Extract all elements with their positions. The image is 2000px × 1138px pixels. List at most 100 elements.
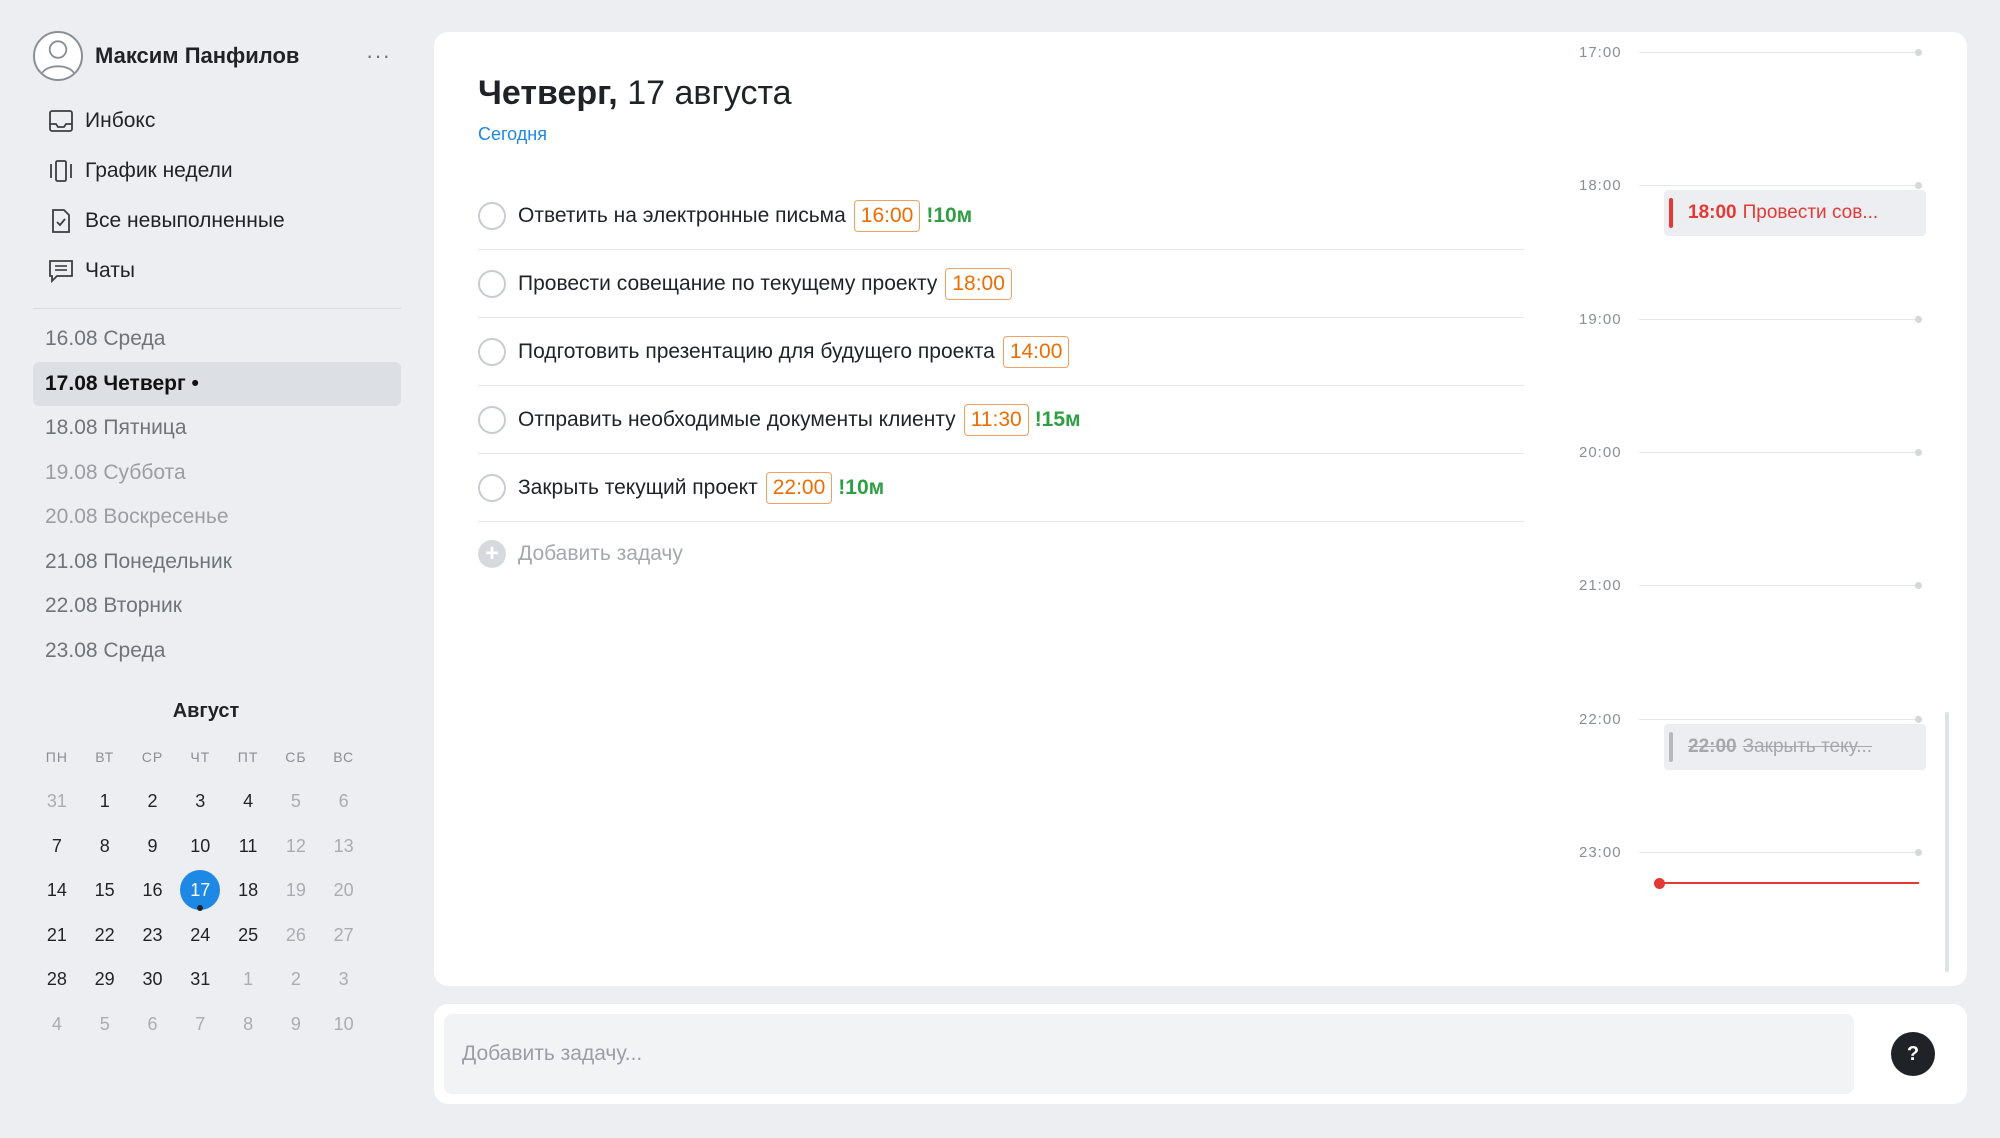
day-item[interactable]: 19.08 Суббота: [33, 451, 401, 496]
calendar-day-number: 4: [52, 1014, 62, 1034]
calendar-day[interactable]: 24: [176, 913, 224, 958]
calendar-day[interactable]: 22: [81, 913, 129, 958]
nav-item-label: Чаты: [85, 259, 135, 283]
task-checkbox[interactable]: [478, 474, 506, 502]
calendar-day[interactable]: 6: [320, 779, 368, 824]
timeline-event[interactable]: 18:00Провести сов...: [1664, 190, 1926, 236]
add-task-input[interactable]: [444, 1014, 1854, 1094]
calendar-day[interactable]: 7: [176, 1002, 224, 1047]
day-item[interactable]: 16.08 Среда: [33, 317, 401, 362]
calendar-day[interactable]: 4: [33, 1002, 81, 1047]
task-row[interactable]: Подготовить презентацию для будущего про…: [478, 318, 1524, 386]
calendar-day[interactable]: 9: [129, 824, 177, 869]
profile-header: Максим Панфилов ···: [33, 28, 401, 84]
calendar-day-number: 31: [190, 969, 210, 989]
nav-item-inbox[interactable]: Инбокс: [33, 96, 401, 146]
quick-add-bar: ?: [434, 1004, 1967, 1104]
day-item[interactable]: 23.08 Среда: [33, 629, 401, 674]
hour-label: 17:00: [1579, 44, 1639, 61]
calendar-day-number: 6: [339, 791, 349, 811]
help-button[interactable]: ?: [1891, 1032, 1935, 1076]
calendar-weekday-header: ВС: [320, 735, 368, 779]
calendar-day[interactable]: 1: [224, 957, 272, 1002]
nav-item-chats[interactable]: Чаты: [33, 246, 401, 296]
avatar[interactable]: [33, 31, 83, 81]
calendar-day[interactable]: 14: [33, 868, 81, 913]
calendar-day[interactable]: 8: [224, 1002, 272, 1047]
event-color-bar: [1669, 198, 1673, 228]
calendar-day[interactable]: 12: [272, 824, 320, 869]
calendar-day[interactable]: 2: [129, 779, 177, 824]
calendar-day-number: 7: [52, 836, 62, 856]
calendar-day-number: 1: [243, 969, 253, 989]
task-row[interactable]: Ответить на электронные письма 16:00 !10…: [478, 182, 1524, 250]
task-time-badge: 11:30: [964, 404, 1029, 436]
more-options-button[interactable]: ···: [366, 43, 391, 69]
add-task-button[interactable]: + Добавить задачу: [478, 522, 1524, 586]
calendar-day-number: 3: [339, 969, 349, 989]
calendar-day[interactable]: 26: [272, 913, 320, 958]
calendar-day[interactable]: 27: [320, 913, 368, 958]
calendar-day[interactable]: 16: [129, 868, 177, 913]
calendar-day[interactable]: 2: [272, 957, 320, 1002]
today-link[interactable]: Сегодня: [478, 124, 547, 145]
calendar-day[interactable]: 25: [224, 913, 272, 958]
calendar-day[interactable]: 28: [33, 957, 81, 1002]
calendar-day[interactable]: 4: [224, 779, 272, 824]
nav-item-all-incomplete[interactable]: Все невыполненные: [33, 196, 401, 246]
calendar-day-number: 14: [47, 880, 67, 900]
task-time-badge: 22:00: [766, 472, 833, 504]
calendar-day[interactable]: 29: [81, 957, 129, 1002]
calendar-day[interactable]: 3: [320, 957, 368, 1002]
timeline-event[interactable]: 22:00Закрыть теку...: [1664, 724, 1926, 770]
task-row[interactable]: Закрыть текущий проект 22:00 !10м: [478, 454, 1524, 522]
calendar-day-number: 24: [190, 925, 210, 945]
task-checkbox[interactable]: [478, 202, 506, 230]
timeline-scrollbar[interactable]: [1945, 712, 1949, 972]
calendar-day[interactable]: 6: [129, 1002, 177, 1047]
calendar-day[interactable]: 18: [224, 868, 272, 913]
calendar-day-today[interactable]: 17: [176, 868, 224, 913]
calendar-day[interactable]: 10: [176, 824, 224, 869]
calendar-day[interactable]: 31: [176, 957, 224, 1002]
calendar-day[interactable]: 8: [81, 824, 129, 869]
hour-line: [1639, 452, 1919, 453]
task-row[interactable]: Провести совещание по текущему проекту 1…: [478, 250, 1524, 318]
task-time-badge: 16:00: [854, 200, 921, 232]
task-checkbox[interactable]: [478, 406, 506, 434]
calendar-day-number: 26: [286, 925, 306, 945]
calendar-day-number: 5: [100, 1014, 110, 1034]
calendar-day[interactable]: 3: [176, 779, 224, 824]
calendar-day[interactable]: 19: [272, 868, 320, 913]
task-checkbox[interactable]: [478, 270, 506, 298]
calendar-day[interactable]: 9: [272, 1002, 320, 1047]
day-item-selected[interactable]: 17.08 Четверг •: [33, 362, 401, 407]
calendar-day[interactable]: 7: [33, 824, 81, 869]
nav-item-week-schedule[interactable]: График недели: [33, 146, 401, 196]
task-row[interactable]: Отправить необходимые документы клиенту …: [478, 386, 1524, 454]
calendar-day[interactable]: 11: [224, 824, 272, 869]
calendar-day[interactable]: 20: [320, 868, 368, 913]
calendar-day[interactable]: 23: [129, 913, 177, 958]
timeline-hour: 19:00: [1579, 309, 1919, 329]
day-item[interactable]: 22.08 Вторник: [33, 584, 401, 629]
task-checkbox[interactable]: [478, 338, 506, 366]
calendar-day-number: 22: [95, 925, 115, 945]
calendar-day[interactable]: 15: [81, 868, 129, 913]
calendar-day[interactable]: 31: [33, 779, 81, 824]
day-item[interactable]: 21.08 Понедельник: [33, 540, 401, 585]
calendar-day-number: 23: [142, 925, 162, 945]
hour-line: [1639, 852, 1919, 853]
calendar-day[interactable]: 1: [81, 779, 129, 824]
calendar-day[interactable]: 5: [81, 1002, 129, 1047]
calendar-day[interactable]: 10: [320, 1002, 368, 1047]
calendar-day[interactable]: 21: [33, 913, 81, 958]
add-task-label: Добавить задачу: [518, 542, 683, 566]
calendar-day[interactable]: 13: [320, 824, 368, 869]
calendar-weekday-header: СБ: [272, 735, 320, 779]
day-item[interactable]: 18.08 Пятница: [33, 406, 401, 451]
day-item[interactable]: 20.08 Воскресенье: [33, 495, 401, 540]
timeline-hour: 20:00: [1579, 442, 1919, 462]
calendar-day[interactable]: 5: [272, 779, 320, 824]
calendar-day[interactable]: 30: [129, 957, 177, 1002]
